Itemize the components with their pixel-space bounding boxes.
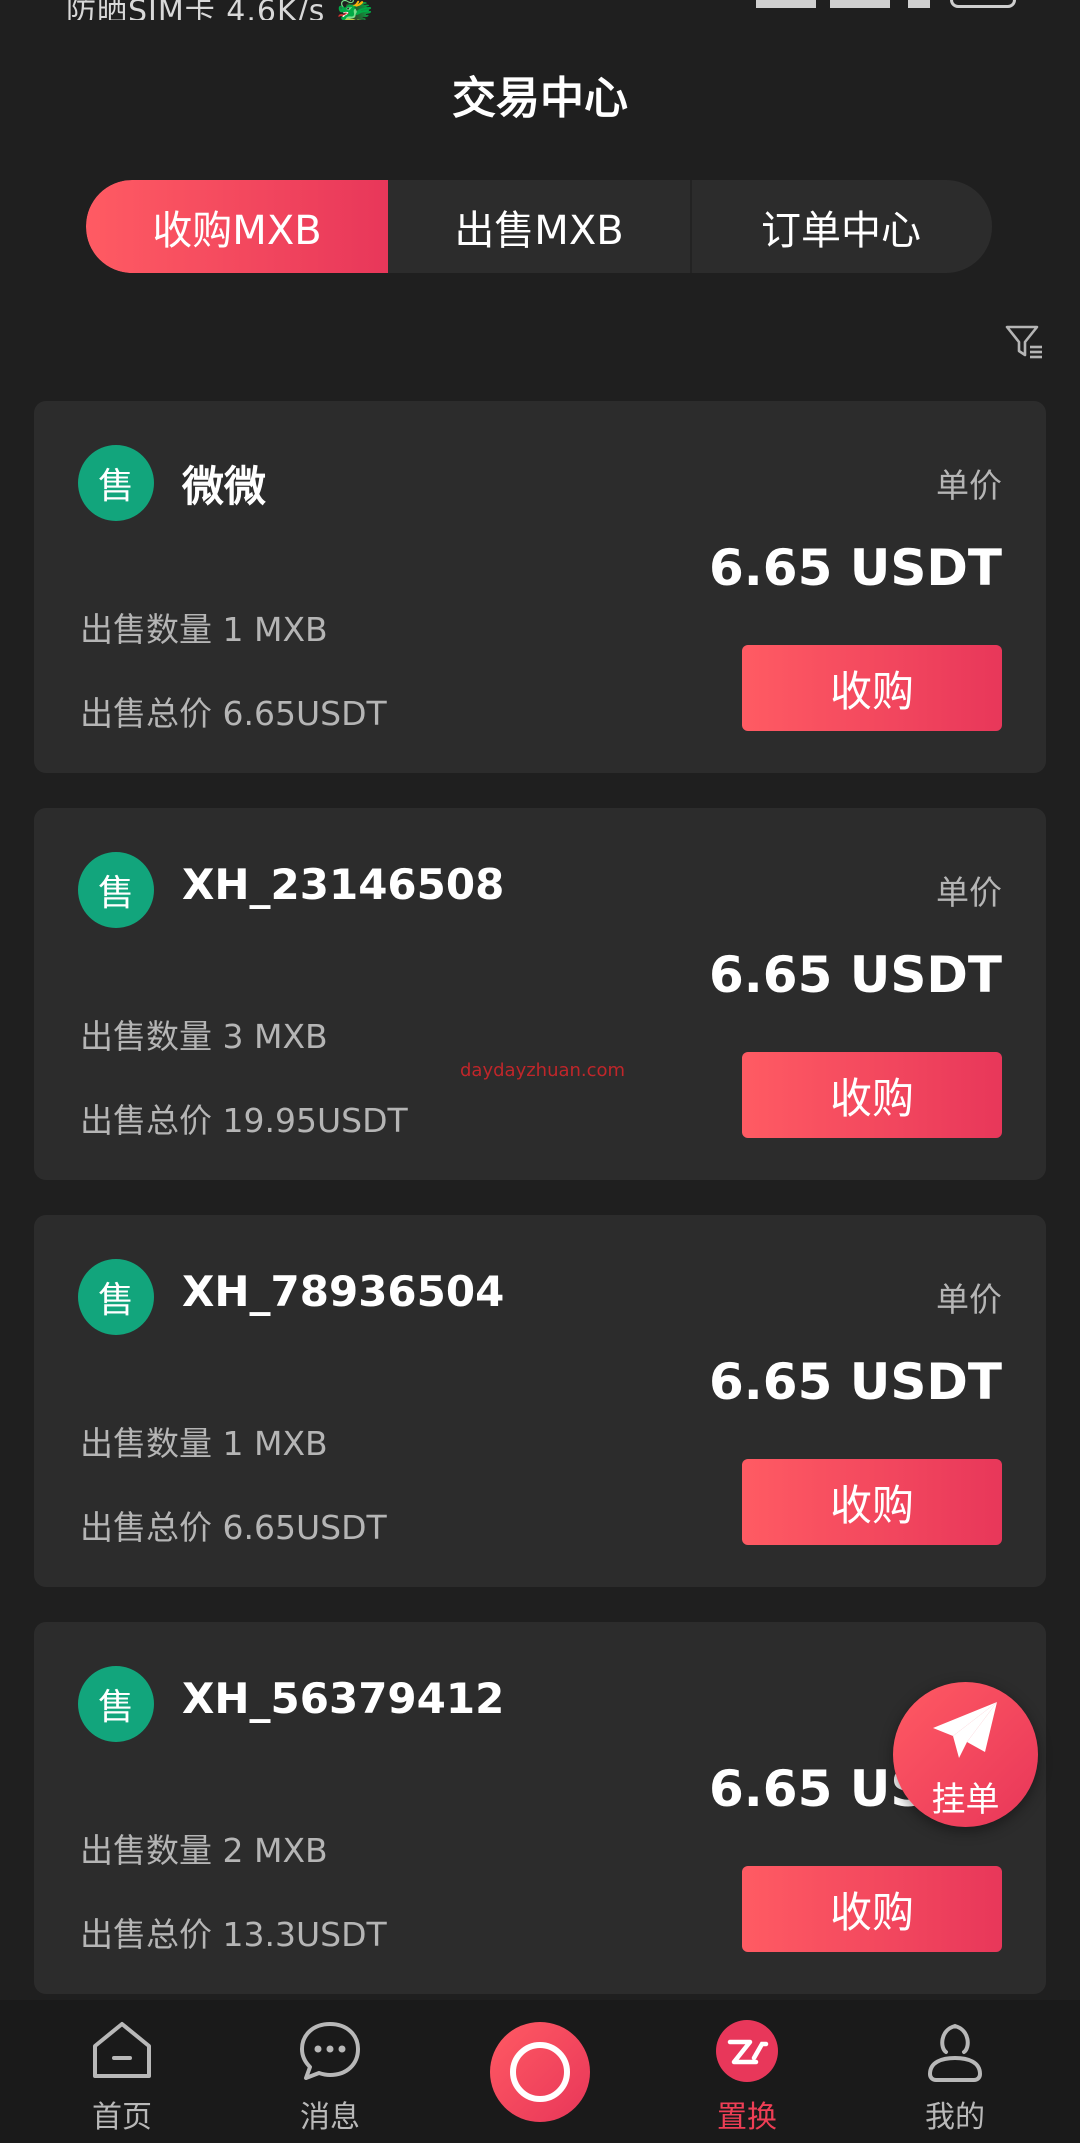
home-icon [93, 2022, 151, 2078]
camera-button[interactable] [490, 2022, 590, 2122]
seller-name: 微微 [182, 462, 267, 511]
post-order-label: 挂单 [931, 1780, 1000, 1820]
wifi-icon [908, 0, 930, 8]
signal-icon [830, 0, 890, 8]
sell-total: 出售总价 6.65USDT [80, 694, 387, 733]
tab-sell-mxb[interactable]: 出售MXB [388, 180, 690, 273]
watermark: daydayzhuan.com [460, 1060, 626, 1081]
tabbar-item-profile[interactable]: 我的 [880, 2018, 1030, 2136]
tabbar-label-messages: 消息 [300, 2100, 360, 2135]
unit-price: 6.65 USDT [709, 1353, 1002, 1411]
status-bar: 防晒SIM卡 4.6K/s 🐲 [0, 0, 1080, 20]
sell-total: 出售总价 13.3USDT [80, 1915, 387, 1954]
tabbar-item-home[interactable]: 首页 [47, 2018, 197, 2136]
status-icons [756, 0, 1016, 12]
tabbar-label-home: 首页 [92, 2100, 152, 2135]
post-order-button[interactable]: 挂单 [893, 1682, 1038, 1827]
tabbar-item-messages[interactable]: 消息 [255, 2018, 405, 2136]
sell-badge: 售 [78, 1666, 154, 1742]
unit-price: 6.65 USDT [709, 946, 1002, 1004]
page-title: 交易中心 [452, 73, 628, 124]
sell-quantity: 出售数量 1 MXB [80, 1424, 328, 1463]
tab-order-center[interactable]: 订单中心 [690, 180, 992, 273]
unit-price-label: 单价 [936, 873, 1002, 912]
seller-name: XH_56379412 [182, 1674, 505, 1723]
paper-plane-icon [933, 1702, 997, 1758]
sell-quantity: 出售数量 1 MXB [80, 610, 328, 649]
sell-quantity: 出售数量 2 MXB [80, 1831, 328, 1870]
sell-total: 出售总价 19.95USDT [80, 1101, 408, 1140]
sell-badge: 售 [78, 1259, 154, 1335]
filter-icon[interactable] [1004, 322, 1044, 362]
buy-button[interactable]: 收购 [742, 1459, 1002, 1545]
tabbar-label-profile: 我的 [925, 2100, 985, 2135]
status-text: 防晒SIM卡 4.6K/s 🐲 [66, 0, 375, 20]
tabbar-label-exchange: 置换 [717, 2100, 777, 2135]
listing-card: 售 XH_23146508 单价 6.65 USDT 出售数量 3 MXB 出售… [34, 808, 1046, 1180]
message-icon [300, 2022, 360, 2080]
unit-price-label: 单价 [936, 1280, 1002, 1319]
sell-badge: 售 [78, 852, 154, 928]
bottom-tab-bar: 首页 消息 置换 我的 [0, 2000, 1080, 2143]
tab-buy-mxb[interactable]: 收购MXB [86, 180, 388, 273]
exchange-icon [716, 2020, 778, 2082]
unit-price: 6.65 USDT [709, 539, 1002, 597]
unit-price-label: 单价 [936, 466, 1002, 505]
buy-button[interactable]: 收购 [742, 1052, 1002, 1138]
buy-button[interactable]: 收购 [742, 1866, 1002, 1952]
listing-card: 售 XH_78936504 单价 6.65 USDT 出售数量 1 MXB 出售… [34, 1215, 1046, 1587]
buy-button[interactable]: 收购 [742, 645, 1002, 731]
battery-icon [950, 0, 1016, 8]
seller-name: XH_78936504 [182, 1267, 505, 1316]
profile-icon [928, 2023, 982, 2082]
sell-total: 出售总价 6.65USDT [80, 1508, 387, 1547]
signal-icon [756, 0, 816, 8]
tabbar-item-exchange[interactable]: 置换 [672, 2018, 822, 2136]
sell-badge: 售 [78, 445, 154, 521]
trade-tabs: 收购MXB 出售MXB 订单中心 [86, 180, 992, 273]
sell-quantity: 出售数量 3 MXB [80, 1017, 328, 1056]
listing-card: 售 微微 单价 6.65 USDT 出售数量 1 MXB 出售总价 6.65US… [34, 401, 1046, 773]
trade-center-screen: 防晒SIM卡 4.6K/s 🐲 交易中心 收购MXB 出售MXB 订单中心 售 … [0, 0, 1080, 2143]
seller-name: XH_23146508 [182, 860, 505, 909]
